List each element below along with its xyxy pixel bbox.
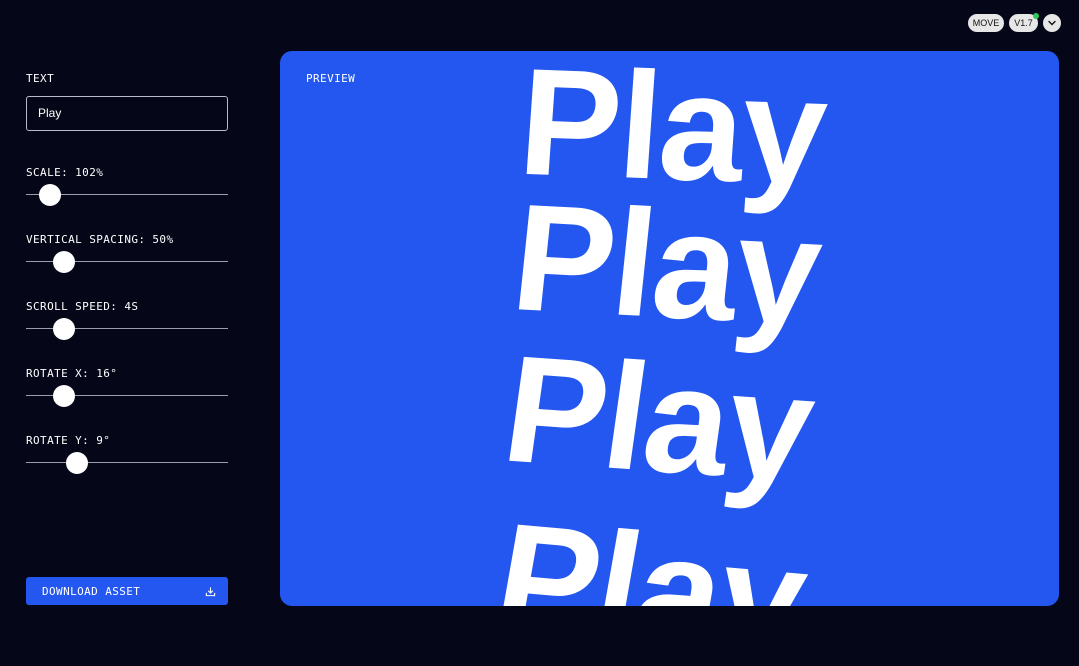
vertical-spacing-label: VERTICAL SPACING: 50%: [26, 233, 174, 246]
scroll-speed-label: SCROLL SPEED: 4S: [26, 300, 139, 313]
preview-panel: PREVIEW Play Play Play Play: [280, 51, 1059, 606]
preview-word: Play: [505, 172, 828, 358]
top-right-controls: MOVE V1.7: [968, 13, 1061, 32]
rotate-x-slider[interactable]: [26, 385, 228, 407]
preview-word: Play: [494, 323, 823, 515]
text-field-label: TEXT: [26, 72, 55, 85]
scroll-speed-slider[interactable]: [26, 318, 228, 340]
scale-slider[interactable]: [26, 184, 228, 206]
rotate-y-slider[interactable]: [26, 452, 228, 474]
preview-word-stack: Play Play Play Play: [280, 51, 1059, 606]
version-button[interactable]: V1.7: [1009, 13, 1039, 32]
slider-thumb[interactable]: [65, 452, 88, 474]
status-dot-icon: [1033, 13, 1039, 19]
chevron-down-icon: [1048, 20, 1056, 26]
controls-sidebar: TEXT Play SCALE: 102% VERTICAL SPACING: …: [26, 0, 228, 666]
slider-thumb[interactable]: [53, 318, 76, 340]
download-icon: [205, 586, 216, 596]
slider-thumb[interactable]: [39, 184, 62, 206]
rotate-y-label: ROTATE Y: 9°: [26, 434, 111, 447]
download-label: DOWNLOAD ASSET: [42, 584, 141, 598]
download-asset-button[interactable]: DOWNLOAD ASSET: [26, 577, 228, 605]
rotate-x-label: ROTATE X: 16°: [26, 367, 118, 380]
version-label: V1.7: [1014, 18, 1033, 28]
slider-thumb[interactable]: [53, 251, 76, 273]
preview-word: Play: [483, 491, 817, 606]
slider-track: [26, 462, 228, 463]
text-input[interactable]: Play: [26, 96, 228, 131]
slider-thumb[interactable]: [53, 385, 76, 407]
mode-button[interactable]: MOVE: [968, 14, 1004, 32]
scale-label: SCALE: 102%: [26, 166, 104, 179]
vertical-spacing-slider[interactable]: [26, 251, 228, 273]
menu-toggle-button[interactable]: [1043, 14, 1061, 32]
